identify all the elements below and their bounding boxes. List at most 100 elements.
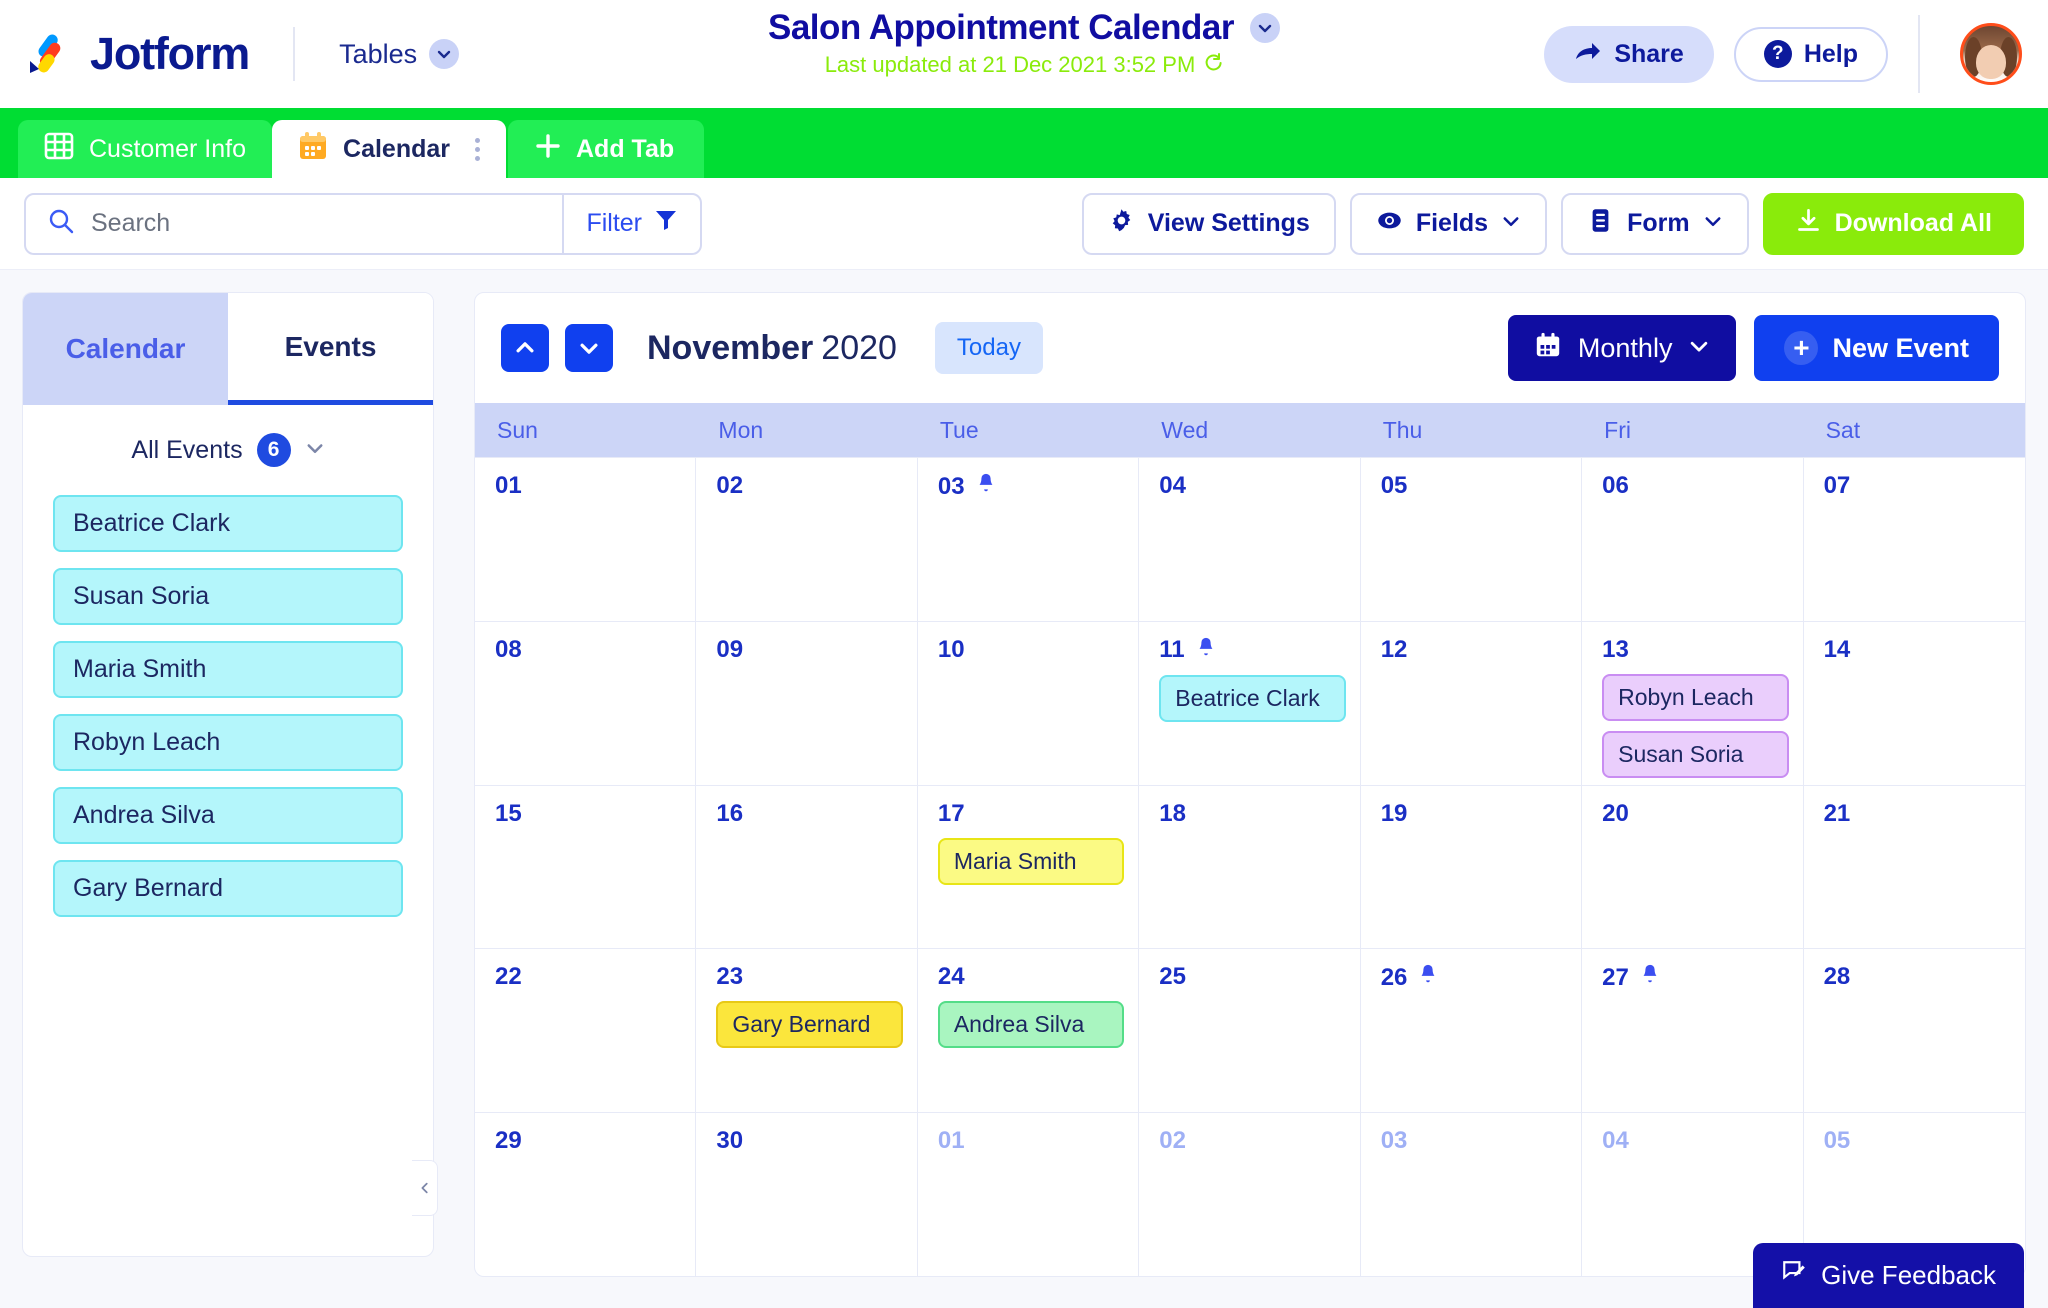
calendar-day-cell[interactable]: 20 [1582, 785, 1804, 949]
chevron-down-icon [1501, 209, 1521, 238]
calendar-day-cell[interactable]: 05 [1361, 458, 1583, 621]
day-number-text: 04 [1602, 1127, 1629, 1155]
day-number: 24 [938, 963, 1124, 991]
reminder-bell-icon[interactable] [1417, 963, 1439, 992]
calendar-day-cell[interactable]: 01 [475, 458, 697, 621]
reminder-bell-icon[interactable] [975, 472, 997, 501]
form-button[interactable]: Form [1561, 192, 1749, 255]
sheet-tab-calendar[interactable]: Calendar [272, 120, 506, 178]
download-all-button[interactable]: Download All [1762, 192, 2024, 255]
day-number: 03 [1381, 1127, 1567, 1155]
calendar-day-cell[interactable]: 04 [1139, 458, 1361, 621]
calendar-day-cell[interactable]: 13 Robyn Leach Susan Soria [1582, 621, 1804, 785]
calendar-day-cell[interactable]: 23 Gary Bernard [696, 949, 918, 1113]
calendar-day-cell[interactable]: 28 [1804, 949, 2025, 1112]
sidebar-event-item[interactable]: Maria Smith [53, 641, 403, 698]
calendar-day-cell[interactable]: 01 [918, 1113, 1140, 1276]
day-number: 07 [1824, 472, 2011, 500]
day-number-text: 11 [1159, 636, 1185, 664]
calendar-day-cell[interactable]: 22 [475, 949, 697, 1113]
calendar-day-cell[interactable]: 09 [696, 621, 918, 785]
calendar-event-chip[interactable]: Andrea Silva [937, 1001, 1125, 1049]
current-month-label: November 2020 [647, 329, 897, 368]
sidebar-event-item[interactable]: Susan Soria [53, 568, 403, 625]
calendar-day-cell[interactable]: 27 [1582, 949, 1804, 1113]
gear-icon [1108, 207, 1135, 241]
new-event-button[interactable]: + New Event [1754, 315, 1999, 381]
day-number: 19 [1381, 800, 1567, 828]
all-events-filter[interactable]: All Events 6 [23, 405, 433, 487]
page-title: Salon Appointment Calendar [767, 8, 1235, 47]
calendar-day-cell[interactable]: 10 [918, 621, 1140, 785]
reminder-bell-icon[interactable] [1639, 963, 1661, 992]
feedback-icon [1781, 1259, 1807, 1292]
calendar-day-cell[interactable]: 25 [1139, 949, 1361, 1113]
previous-month-button[interactable] [501, 324, 549, 372]
calendar-header-actions: Monthly + New Event [1507, 315, 1999, 381]
calendar-event-chip[interactable]: Maria Smith [937, 837, 1125, 885]
calendar-event-chip[interactable]: Gary Bernard [716, 1001, 903, 1049]
calendar-day-cell[interactable]: 19 [1361, 785, 1583, 949]
calendar-day-cell[interactable]: 03 [1361, 1113, 1583, 1276]
calendar-day-cell[interactable]: 12 [1361, 621, 1583, 785]
calendar-day-cell[interactable]: 26 [1361, 949, 1583, 1113]
calendar-day-cell[interactable]: 02 [696, 458, 918, 621]
add-tab-label: Add Tab [576, 134, 675, 163]
calendar-day-cell[interactable]: 07 [1804, 458, 2025, 621]
calendar-day-cell[interactable]: 18 [1139, 785, 1361, 949]
sidebar-event-item[interactable]: Andrea Silva [53, 787, 403, 844]
day-number-text: 06 [1602, 472, 1629, 499]
sidebar-tab-calendar[interactable]: Calendar [23, 293, 228, 405]
add-tab-button[interactable]: Add Tab [508, 120, 705, 178]
calendar-day-cell[interactable]: 03 [918, 458, 1140, 621]
next-month-button[interactable] [565, 324, 613, 372]
calendar-day-cell[interactable]: 16 [696, 785, 918, 949]
sheet-tab-customer-info[interactable]: Customer Info [18, 120, 273, 178]
give-feedback-button[interactable]: Give Feedback [1753, 1243, 2024, 1308]
calendar-event-chip[interactable]: Beatrice Clark [1159, 674, 1346, 722]
calendar-day-cell[interactable]: 30 [696, 1113, 918, 1276]
sidebar-event-item[interactable]: Gary Bernard [53, 860, 403, 917]
refresh-icon[interactable] [1203, 52, 1223, 78]
day-number: 20 [1602, 800, 1788, 828]
sidebar-collapse-button[interactable] [412, 1160, 438, 1216]
calendar-day-cell[interactable]: 15 [475, 785, 697, 949]
calendar-day-cell[interactable]: 08 [475, 621, 697, 785]
calendar-day-cell[interactable]: 17 Maria Smith [918, 785, 1140, 949]
day-number-text: 16 [716, 799, 744, 827]
tab-options-menu-icon[interactable] [475, 137, 480, 161]
search-input[interactable] [91, 209, 541, 238]
calendar-day-cell[interactable]: 24 Andrea Silva [918, 949, 1140, 1113]
grid-icon [44, 131, 74, 168]
calendar-day-cell[interactable]: 06 [1582, 458, 1804, 621]
calendar-event-chip[interactable]: Robyn Leach [1602, 673, 1789, 721]
sidebar-event-item[interactable]: Beatrice Clark [53, 495, 403, 552]
day-number-text: 01 [937, 1127, 965, 1155]
calendar-week-row: 01 02 03 04 05 06 07 [475, 457, 2025, 621]
fields-button[interactable]: Fields [1349, 192, 1548, 255]
calendar-day-cell[interactable]: 21 [1804, 786, 2025, 949]
calendar-icon [298, 131, 328, 168]
sidebar-tab-events[interactable]: Events [228, 293, 433, 405]
chevron-down-icon[interactable] [305, 436, 325, 465]
view-settings-button[interactable]: View Settings [1081, 192, 1336, 255]
day-number-text: 22 [495, 963, 522, 991]
day-number-text: 21 [1823, 799, 1851, 827]
last-updated-status: Last updated at 21 Dec 2021 3:52 PM [0, 52, 2048, 78]
calendar-day-cell[interactable]: 02 [1139, 1113, 1361, 1276]
calendar-event-chip[interactable]: Susan Soria [1602, 730, 1789, 778]
sidebar-event-item[interactable]: Robyn Leach [53, 714, 403, 771]
reminder-bell-icon[interactable] [1195, 636, 1217, 665]
calendar-day-cell[interactable]: 11 Beatrice Clark [1139, 621, 1361, 785]
view-mode-selector[interactable]: Monthly [1507, 315, 1737, 381]
day-number-text: 13 [1602, 635, 1629, 663]
day-number: 21 [1824, 800, 2011, 828]
day-number-text: 04 [1159, 472, 1186, 499]
today-button[interactable]: Today [934, 322, 1043, 374]
filter-button[interactable]: Filter [562, 194, 700, 253]
search-box[interactable] [26, 208, 562, 240]
calendar-day-cell[interactable]: 29 [475, 1113, 697, 1276]
calendar-day-cell[interactable]: 14 [1804, 622, 2025, 785]
title-chevron-down-icon[interactable] [1250, 13, 1280, 43]
avatar[interactable] [1960, 23, 2022, 85]
